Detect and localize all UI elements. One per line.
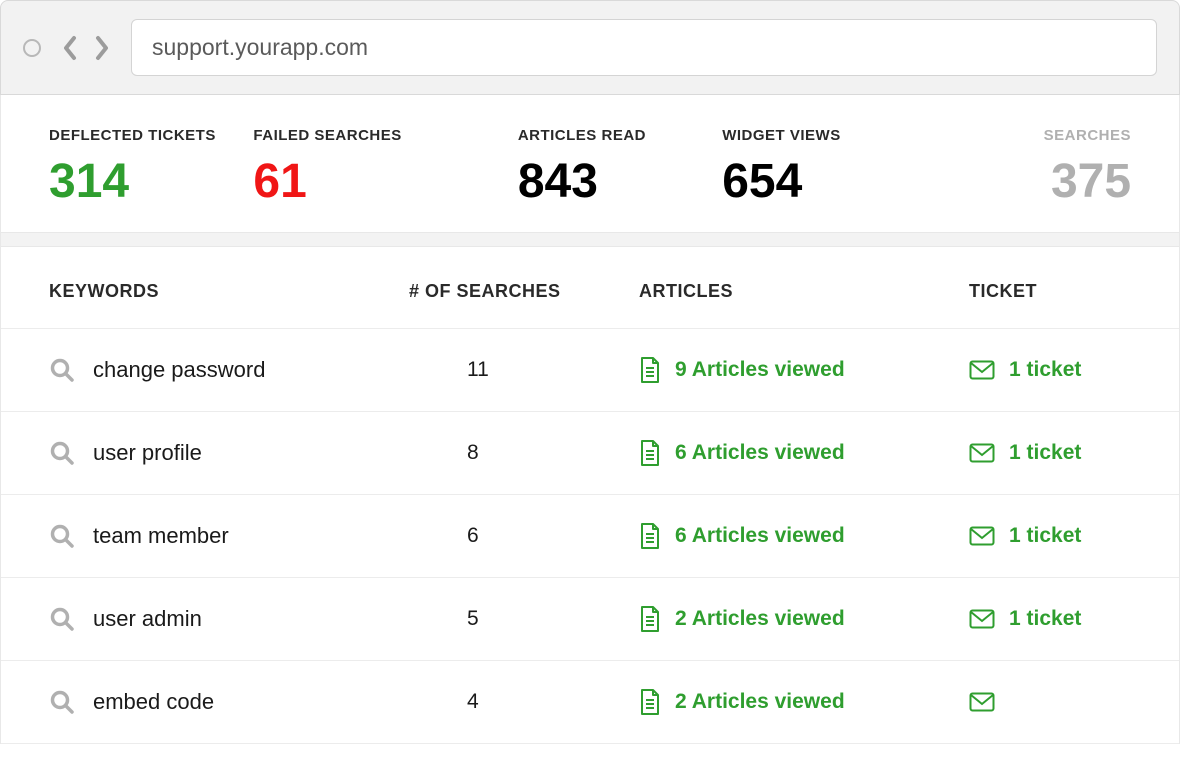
stat-value: 843: [518, 158, 722, 206]
keyword-text: change password: [93, 357, 265, 383]
nav-arrows: [59, 37, 113, 59]
page-content: DEFLECTED TICKETS 314FAILED SEARCHES 61 ART…: [0, 95, 1180, 744]
ticket-text: 1 ticket: [1009, 524, 1081, 548]
search-icon: [49, 523, 75, 549]
table-header: KEYWORDS # OF SEARCHES ARTICLES TICKET: [1, 247, 1179, 329]
table-row[interactable]: embed code 4 2 Articles viewed: [1, 661, 1179, 744]
document-icon: [639, 689, 661, 715]
table-row[interactable]: user admin 5 2 Articles viewed 1 ticket: [1, 578, 1179, 661]
searches-cell: 8: [409, 441, 639, 465]
searches-cell: 5: [409, 607, 639, 631]
ticket-text: 1 ticket: [1009, 441, 1081, 465]
articles-text: 9 Articles viewed: [675, 358, 845, 382]
stat-value: 61: [253, 158, 457, 206]
search-icon: [49, 357, 75, 383]
keyword-cell: change password: [49, 357, 409, 383]
ticket-cell[interactable]: 1 ticket: [969, 358, 1131, 382]
keyword-text: team member: [93, 523, 229, 549]
ticket-cell[interactable]: [969, 692, 1131, 712]
mail-icon: [969, 443, 995, 463]
searches-cell: 11: [409, 358, 639, 382]
searches-cell: 6: [409, 524, 639, 548]
keyword-cell: embed code: [49, 689, 409, 715]
articles-text: 2 Articles viewed: [675, 607, 845, 631]
stat-label: DEFLECTED TICKETS: [49, 127, 253, 144]
divider-strip: [1, 233, 1179, 247]
keyword-cell: user profile: [49, 440, 409, 466]
searches-cell: 4: [409, 690, 639, 714]
mail-icon: [969, 360, 995, 380]
table-row[interactable]: user profile 8 6 Articles viewed 1 ticket: [1, 412, 1179, 495]
header-keywords: KEYWORDS: [49, 281, 409, 302]
table-row[interactable]: team member 6 6 Articles viewed 1 ticket: [1, 495, 1179, 578]
stat-label: FAILED SEARCHES: [253, 127, 457, 144]
ticket-text: 1 ticket: [1009, 607, 1081, 631]
stat-block[interactable]: WIDGET VIEWS 654: [722, 127, 926, 206]
ticket-cell[interactable]: 1 ticket: [969, 441, 1131, 465]
header-articles: ARTICLES: [639, 281, 969, 302]
articles-cell[interactable]: 6 Articles viewed: [639, 440, 969, 466]
document-icon: [639, 523, 661, 549]
mail-icon: [969, 692, 995, 712]
keyword-cell: user admin: [49, 606, 409, 632]
keyword-text: embed code: [93, 689, 214, 715]
articles-text: 2 Articles viewed: [675, 690, 845, 714]
mail-icon: [969, 609, 995, 629]
search-icon: [49, 689, 75, 715]
ticket-cell[interactable]: 1 ticket: [969, 607, 1131, 631]
keyword-cell: team member: [49, 523, 409, 549]
keyword-text: user admin: [93, 606, 202, 632]
articles-text: 6 Articles viewed: [675, 524, 845, 548]
document-icon: [639, 440, 661, 466]
stat-block[interactable]: FAILED SEARCHES 61: [253, 127, 457, 206]
mail-icon: [969, 526, 995, 546]
ticket-cell[interactable]: 1 ticket: [969, 524, 1131, 548]
stat-label: WIDGET VIEWS: [722, 127, 926, 144]
articles-cell[interactable]: 6 Articles viewed: [639, 523, 969, 549]
stat-value: 654: [722, 158, 926, 206]
search-icon: [49, 606, 75, 632]
articles-cell[interactable]: 9 Articles viewed: [639, 357, 969, 383]
stat-label: SEARCHES: [927, 127, 1131, 144]
stat-value: 314: [49, 158, 253, 206]
stats-bar: DEFLECTED TICKETS 314FAILED SEARCHES 61 ART…: [1, 95, 1179, 233]
stat-block[interactable]: ARTICLES READ 843: [518, 127, 722, 206]
document-icon: [639, 606, 661, 632]
table-row[interactable]: change password 11 9 Articles viewed 1 tick…: [1, 329, 1179, 412]
stat-label: ARTICLES READ: [518, 127, 722, 144]
header-searches: # OF SEARCHES: [409, 281, 639, 302]
articles-text: 6 Articles viewed: [675, 441, 845, 465]
keyword-text: user profile: [93, 440, 202, 466]
header-ticket: TICKET: [969, 281, 1131, 302]
articles-cell[interactable]: 2 Articles viewed: [639, 606, 969, 632]
articles-cell[interactable]: 2 Articles viewed: [639, 689, 969, 715]
back-button[interactable]: [59, 37, 81, 59]
keywords-table: KEYWORDS # OF SEARCHES ARTICLES TICKET c…: [1, 247, 1179, 744]
browser-chrome: support.yourapp.com: [0, 0, 1180, 95]
stat-block[interactable]: DEFLECTED TICKETS 314: [49, 127, 253, 206]
document-icon: [639, 357, 661, 383]
stat-value: 375: [927, 158, 1131, 206]
forward-button[interactable]: [91, 37, 113, 59]
table-body: change password 11 9 Articles viewed 1 tick…: [1, 329, 1179, 744]
ticket-text: 1 ticket: [1009, 358, 1081, 382]
stat-block[interactable]: SEARCHES 375: [927, 127, 1131, 206]
address-bar[interactable]: support.yourapp.com: [131, 19, 1157, 76]
search-icon: [49, 440, 75, 466]
window-control-dot[interactable]: [23, 39, 41, 57]
